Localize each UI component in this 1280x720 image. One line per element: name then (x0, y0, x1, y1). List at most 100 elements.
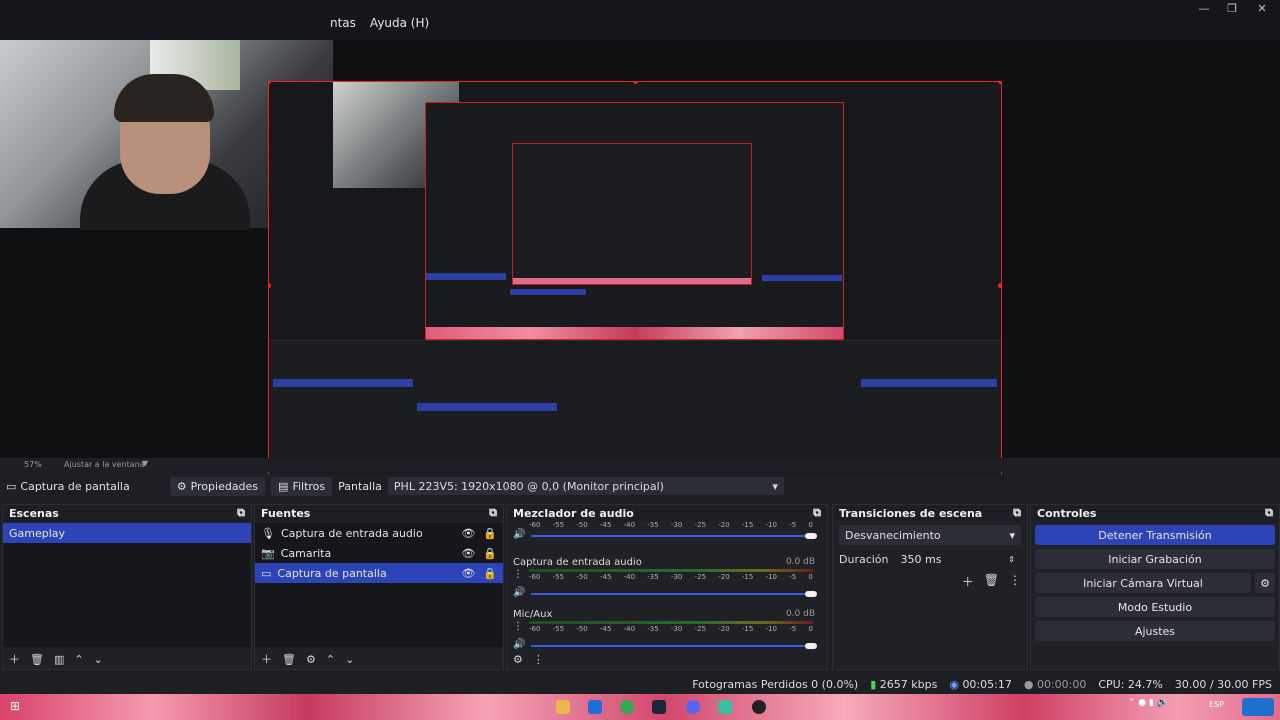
discord-icon[interactable] (686, 700, 700, 714)
source-item[interactable]: ▭ Captura de pantalla 👁 🔒 (255, 563, 503, 583)
cpu-usage: CPU: 24.7% (1098, 677, 1163, 691)
record-icon: ● (1023, 677, 1034, 691)
mixer-title: Mezclador de audio (513, 506, 634, 520)
lock-icon[interactable]: 🔒 (483, 567, 497, 580)
language-indicator[interactable]: ESP (1209, 700, 1224, 709)
mixer-channels: -60 -55 -50 -45 -40 -35 -30 -25 -20 -15 -10 -5 0 🔊 C… (513, 521, 821, 650)
eye-icon[interactable]: 👁 (461, 527, 475, 540)
channel-db: 0.0 dB (785, 609, 815, 619)
tray-icons[interactable]: ⌃ ● ▮ 🔊 (1128, 698, 1168, 708)
menu-dots-icon[interactable]: ⋮ (513, 621, 523, 632)
settings-button[interactable]: Ajustes (1035, 621, 1275, 641)
gear-icon[interactable]: ⚙ (513, 653, 523, 666)
volume-slider[interactable] (531, 645, 813, 647)
add-icon[interactable]: ＋ (962, 573, 974, 590)
close-button[interactable]: ✕ (1248, 2, 1276, 16)
menu-dots-icon[interactable]: ⋮ (513, 569, 523, 580)
chevron-down-icon[interactable]: ▼ (142, 459, 148, 468)
filters-label: Filtros (292, 479, 326, 493)
zoom-row: 57% Ajustar a la ventana ▼ (0, 458, 1280, 472)
speaker-icon[interactable]: 🔊 (513, 587, 525, 598)
sources-list: 🎙 Captura de entrada audio 👁 🔒 📷 Camarita… (255, 523, 503, 647)
restore-button[interactable]: ❐ (1218, 2, 1246, 16)
lock-icon[interactable]: 🔒 (483, 547, 497, 560)
duration-input[interactable]: 350 ms ⇕ (894, 549, 1021, 569)
channel-name: Captura de entrada audio (513, 557, 642, 568)
eye-icon[interactable]: 👁 (461, 547, 475, 560)
channel-name: Mic/Aux (513, 609, 553, 620)
menu-dots-icon[interactable]: ⋮ (533, 653, 544, 666)
undock-icon[interactable]: ⧉ (1013, 506, 1021, 520)
virtual-camera-settings-button[interactable]: ⚙ (1255, 573, 1275, 593)
start-virtual-camera-button[interactable]: Iniciar Cámara Virtual (1035, 573, 1251, 593)
stream-icon: ◉ (949, 677, 959, 691)
status-bar: Fotogramas Perdidos 0 (0.0%) ▮ 2657 kbps… (0, 674, 1280, 694)
source-label: Captura de entrada audio (280, 526, 423, 540)
filters-button[interactable]: ▤ Filtros (271, 476, 333, 496)
properties-label: Propiedades (190, 479, 259, 493)
minimize-button[interactable]: — (1190, 2, 1218, 16)
fps: 30.00 / 30.00 FPS (1174, 677, 1272, 691)
studio-mode-button[interactable]: Modo Estudio (1035, 597, 1275, 617)
obs-icon[interactable] (752, 700, 766, 714)
undock-icon[interactable]: ⧉ (237, 506, 245, 520)
source-label: Captura de pantalla (277, 566, 387, 580)
source-item[interactable]: 🎙 Captura de entrada audio 👁 🔒 (255, 523, 503, 543)
controls-dock: Controles ⧉ Detener Transmisión Iniciar G… (1030, 504, 1280, 670)
start-recording-button[interactable]: Iniciar Grabación (1035, 549, 1275, 569)
undock-icon[interactable]: ⧉ (489, 506, 497, 520)
undock-icon[interactable]: ⧉ (813, 506, 821, 520)
app-icon[interactable] (718, 700, 732, 714)
undock-icon[interactable]: ⧉ (1265, 506, 1273, 520)
transition-select[interactable]: Desvanecimiento ▾ (839, 525, 1021, 545)
fit-to-window[interactable]: Ajustar a la ventana (64, 460, 145, 469)
monitor-icon: ▭ (6, 479, 17, 493)
scenes-dock: Escenas ⧉ Gameplay ＋ 🗑 ▥ ⌃ ⌄ (2, 504, 252, 670)
speaker-icon[interactable]: 🔊 (513, 529, 525, 540)
volume-knob[interactable] (805, 533, 817, 539)
sources-title: Fuentes (261, 506, 311, 520)
trash-icon[interactable]: 🗑 (30, 653, 44, 666)
trash-icon[interactable]: 🗑 (984, 573, 999, 590)
spinner-icon[interactable]: ⇕ (1008, 555, 1015, 564)
trash-icon[interactable]: 🗑 (282, 653, 296, 666)
recording-time: 00:00:00 (1036, 677, 1087, 691)
menu-item-tools[interactable]: ntas (330, 16, 356, 32)
source-toolbar: ▭ Captura de pantalla ⚙ Propiedades ▤ Fi… (0, 474, 1280, 498)
obs-taskbar-icon[interactable] (588, 700, 602, 714)
move-down-icon[interactable]: ⌄ (345, 653, 354, 666)
notification-icon[interactable] (1242, 698, 1274, 716)
menu-item-help[interactable]: Ayuda (H) (370, 16, 429, 32)
move-down-icon[interactable]: ⌄ (94, 653, 103, 666)
display-select[interactable]: PHL 223V5: 1920x1080 @ 0,0 (Monitor prin… (387, 477, 784, 495)
add-icon[interactable]: ＋ (9, 651, 20, 667)
title-bar: ntas Ayuda (H) — ❐ ✕ (0, 0, 1280, 40)
start-icon[interactable]: ⊞ (10, 699, 20, 713)
mixer-channel: Captura de entrada audio 0.0 dB ⋮ -60 -55… (513, 557, 821, 609)
chrome-icon[interactable] (620, 700, 634, 714)
properties-button[interactable]: ⚙ Propiedades (169, 476, 266, 496)
menu-dots-icon[interactable]: ⋮ (1009, 573, 1021, 590)
stop-streaming-button[interactable]: Detener Transmisión (1035, 525, 1275, 545)
preview-canvas[interactable] (0, 40, 1280, 491)
folder-icon[interactable] (556, 700, 570, 714)
gear-icon: ⚙ (176, 479, 187, 493)
volume-slider[interactable] (531, 535, 813, 537)
move-up-icon[interactable]: ⌃ (326, 653, 335, 666)
source-item[interactable]: 📷 Camarita 👁 🔒 (255, 543, 503, 563)
scenes-title: Escenas (9, 506, 59, 520)
volume-slider[interactable] (531, 593, 813, 595)
lock-icon[interactable]: 🔒 (483, 527, 497, 540)
meter-ticks: -60 -55 -50 -45 -40 -35 -30 -25 -20 -15 -10 -5 0 (529, 625, 813, 633)
volume-knob[interactable] (805, 591, 817, 597)
dropped-frames: Fotogramas Perdidos 0 (0.0%) (692, 677, 859, 691)
steam-icon[interactable] (652, 700, 666, 714)
move-up-icon[interactable]: ⌃ (74, 653, 83, 666)
add-icon[interactable]: ＋ (261, 651, 272, 667)
eye-icon[interactable]: 👁 (461, 567, 475, 580)
gear-icon[interactable]: ⚙ (306, 653, 316, 666)
scene-item[interactable]: Gameplay (3, 523, 251, 543)
filter-icon[interactable]: ▥ (54, 653, 64, 666)
zoom-level[interactable]: 57% (24, 460, 42, 469)
screen-capture-source[interactable] (268, 81, 1002, 491)
